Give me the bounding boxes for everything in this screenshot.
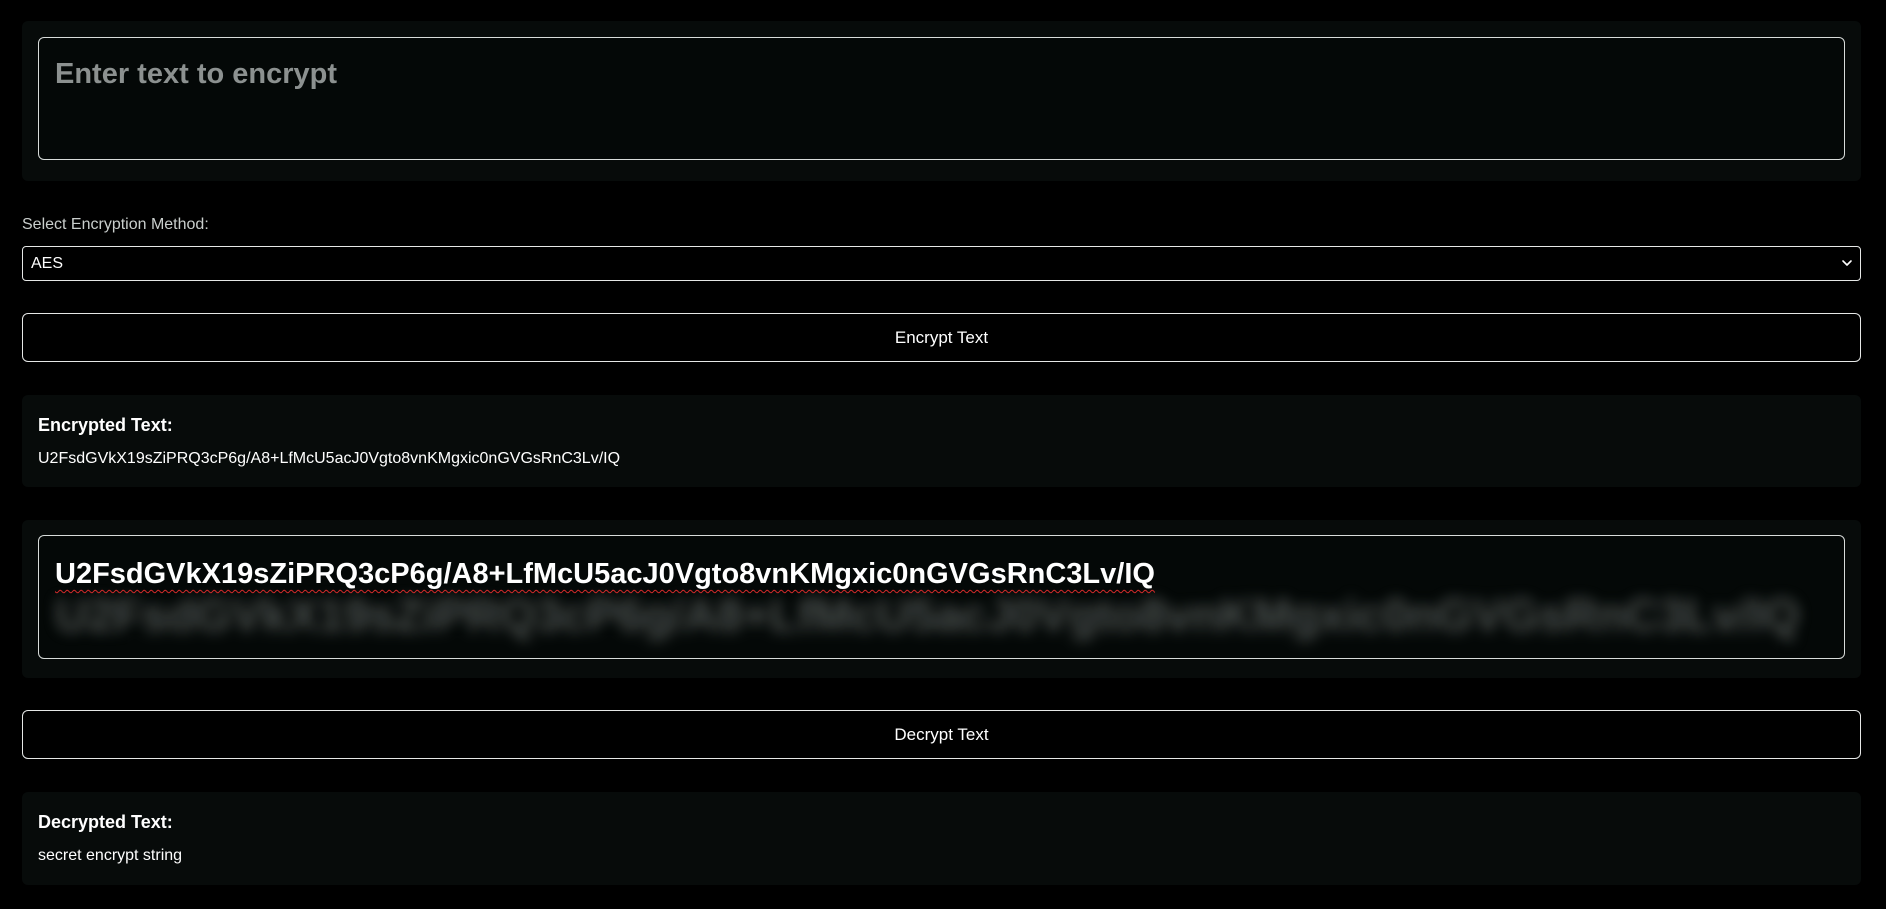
ciphertext-input-panel: U2FsdGVkX19sZiPRQ3cP6g/A8+LfMcU5acJ0Vgto… <box>22 520 1861 678</box>
plaintext-placeholder: Enter text to encrypt <box>55 58 337 90</box>
decrypted-result-panel: Decrypted Text: secret encrypt string <box>22 792 1861 885</box>
decrypted-heading: Decrypted Text: <box>38 812 173 832</box>
ciphertext-value: U2FsdGVkX19sZiPRQ3cP6g/A8+LfMcU5acJ0Vgto… <box>55 558 1155 590</box>
plaintext-textarea[interactable]: Enter text to encrypt <box>38 37 1845 160</box>
encryption-method-value: AES <box>31 255 64 272</box>
text-input-panel: Enter text to encrypt <box>22 21 1861 181</box>
encrypted-value: U2FsdGVkX19sZiPRQ3cP6g/A8+LfMcU5acJ0Vgto… <box>38 450 621 467</box>
encryption-page: Enter text to encrypt Select Encryption … <box>0 0 1886 909</box>
ciphertext-blurred-shadow: U2FsdGVkX19sZiPRQ3cP6g/A8+LfMcU5acJ0Vgto… <box>55 589 1800 641</box>
encrypt-button[interactable]: Encrypt Text <box>22 313 1861 362</box>
decrypted-value: secret encrypt string <box>38 847 183 864</box>
encryption-method-label: Select Encryption Method: <box>22 216 209 233</box>
ciphertext-textarea[interactable]: U2FsdGVkX19sZiPRQ3cP6g/A8+LfMcU5acJ0Vgto… <box>38 535 1845 659</box>
decrypt-button[interactable]: Decrypt Text <box>22 710 1861 759</box>
encrypted-result-panel: Encrypted Text: U2FsdGVkX19sZiPRQ3cP6g/A… <box>22 395 1861 487</box>
encrypted-heading: Encrypted Text: <box>38 415 173 435</box>
encryption-method-select[interactable]: AES <box>22 246 1861 281</box>
chevron-down-icon <box>1842 260 1852 266</box>
